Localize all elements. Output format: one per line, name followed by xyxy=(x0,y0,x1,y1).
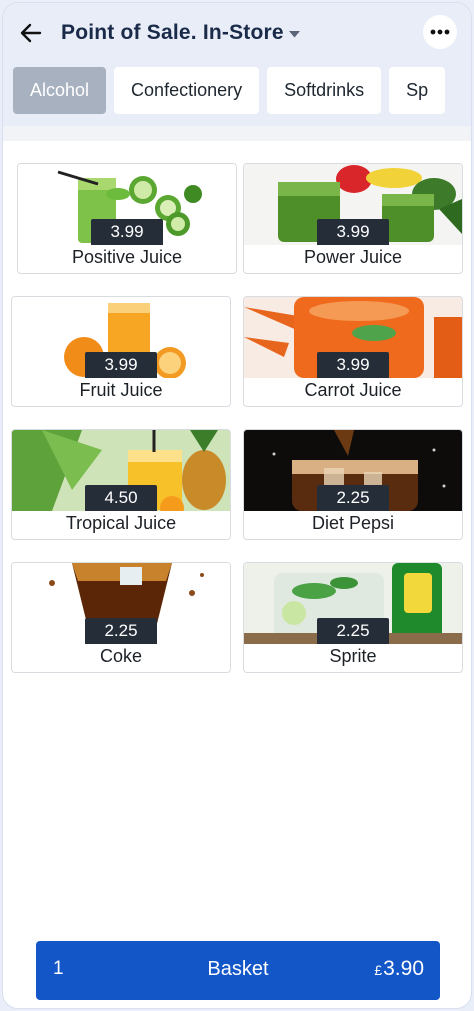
product-name: Fruit Juice xyxy=(79,380,163,400)
product-card-coke[interactable]: 2.25 Coke xyxy=(11,562,231,673)
product-card-power-juice[interactable]: 3.99 Power Juice xyxy=(243,163,463,274)
tab-partial[interactable]: Sp xyxy=(389,67,446,114)
title-dropdown[interactable]: Point of Sale. In-Store xyxy=(61,19,300,47)
top-bar: Point of Sale. In-Store Alcohol Confectio… xyxy=(3,3,471,141)
product-name: Power Juice xyxy=(303,247,403,267)
basket-button[interactable]: 1 Basket £3.90 xyxy=(36,941,440,1000)
product-card-diet-pepsi[interactable]: 2.25 Diet Pepsi xyxy=(243,429,463,540)
product-name: Sprite xyxy=(329,646,377,666)
price-badge: 3.99 xyxy=(85,352,157,378)
more-options-button[interactable] xyxy=(423,15,457,49)
tab-confectionery[interactable]: Confectionery xyxy=(114,67,260,114)
product-card-positive-juice[interactable]: 3.99 Positive Juice xyxy=(17,163,237,274)
product-card-sprite[interactable]: 2.25 Sprite xyxy=(243,562,463,673)
price-badge: 2.25 xyxy=(317,485,389,511)
caret-down-icon xyxy=(288,31,300,38)
price-badge: 2.25 xyxy=(317,618,389,644)
more-horizontal-icon xyxy=(430,29,450,35)
currency-symbol: £ xyxy=(374,962,383,978)
price-badge: 4.50 xyxy=(85,485,157,511)
product-card-tropical-juice[interactable]: 4.50 Tropical Juice xyxy=(11,429,231,540)
category-tabs: Alcohol Confectionery Softdrinks Sp xyxy=(13,67,471,115)
product-name: Diet Pepsi xyxy=(311,513,395,533)
page-title: Point of Sale. In-Store xyxy=(61,21,284,44)
back-button[interactable] xyxy=(17,19,45,47)
product-name: Coke xyxy=(99,646,143,666)
product-name: Carrot Juice xyxy=(304,380,402,400)
basket-total: £3.90 xyxy=(374,957,424,981)
header-divider xyxy=(3,126,471,141)
price-badge: 3.99 xyxy=(91,219,163,245)
product-card-carrot-juice[interactable]: 3.99 Carrot Juice xyxy=(243,296,463,407)
price-badge: 2.25 xyxy=(85,618,157,644)
tab-alcohol[interactable]: Alcohol xyxy=(13,67,107,114)
app-frame: Point of Sale. In-Store Alcohol Confectio… xyxy=(2,2,472,1009)
basket-total-value: 3.90 xyxy=(383,957,424,980)
arrow-left-icon xyxy=(20,23,42,43)
product-name: Positive Juice xyxy=(71,247,183,267)
price-badge: 3.99 xyxy=(317,219,389,245)
price-badge: 3.99 xyxy=(317,352,389,378)
tab-softdrinks[interactable]: Softdrinks xyxy=(267,67,382,114)
product-card-fruit-juice[interactable]: 3.99 Fruit Juice xyxy=(11,296,231,407)
product-name: Tropical Juice xyxy=(65,513,177,533)
